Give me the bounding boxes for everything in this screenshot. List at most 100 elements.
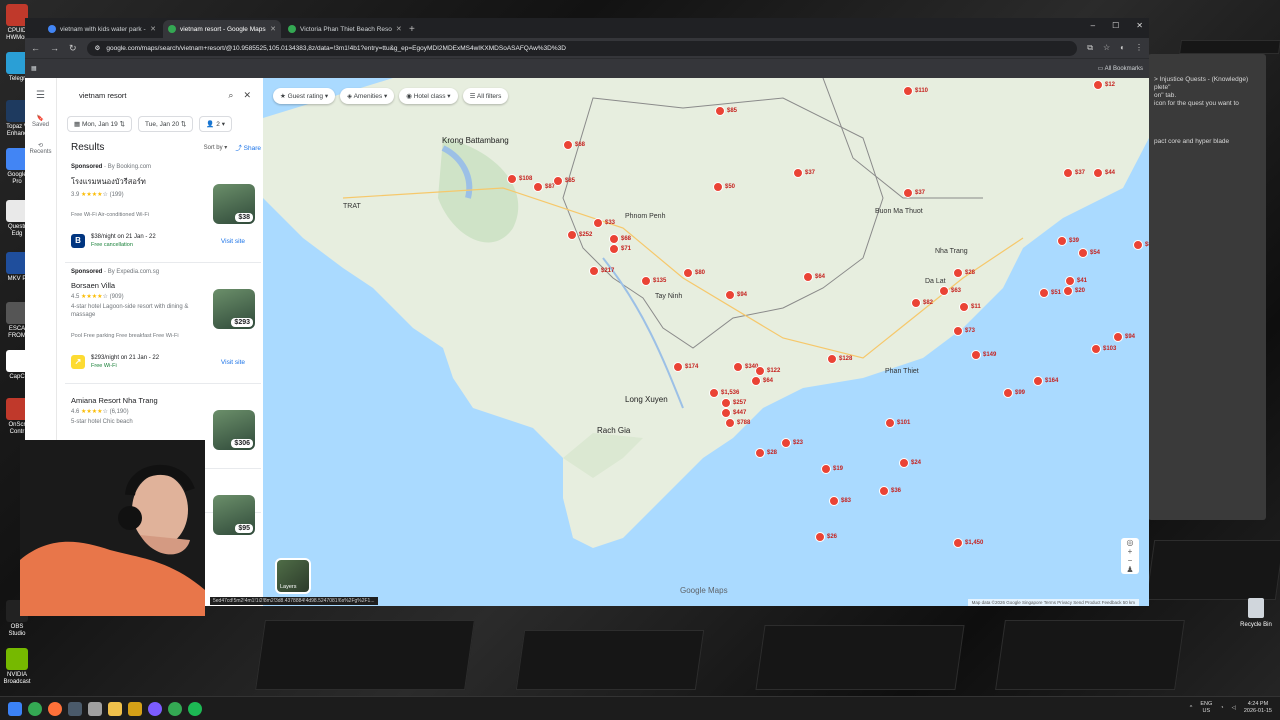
apps-grid-icon[interactable]: ▦ (31, 65, 37, 72)
sort-by-button[interactable]: Sort by ▾ (204, 144, 228, 151)
filter-all-filters[interactable]: ☰ All filters (462, 88, 509, 104)
map-price-pin[interactable]: $122 (755, 366, 780, 376)
map-price-pin[interactable]: $101 (885, 418, 910, 428)
close-icon[interactable]: ✕ (396, 25, 401, 33)
map-price-pin[interactable]: $1,536 (709, 388, 739, 398)
chrome-icon[interactable] (28, 701, 42, 716)
guests-selector[interactable]: 👤 2 ▾ (199, 116, 232, 132)
new-tab-button[interactable]: + (403, 24, 421, 38)
visit-site-button[interactable]: Visit site (221, 359, 245, 366)
clock[interactable]: 4:24 PM 2026-01-15 (1244, 701, 1272, 715)
recents-icon[interactable]: ⟲ (25, 142, 56, 149)
start-icon[interactable] (8, 701, 22, 716)
result-card[interactable]: Sponsored · By Booking.com โรงแรมหนองบัวร… (65, 158, 261, 263)
map-price-pin[interactable]: $54 (1078, 248, 1100, 258)
map-price-pin[interactable]: $28 (953, 268, 975, 278)
app-icon[interactable] (128, 701, 142, 716)
forward-icon[interactable]: → (50, 43, 59, 53)
reload-icon[interactable]: ↻ (69, 43, 77, 54)
map-price-pin[interactable]: $252 (567, 230, 592, 240)
close-icon[interactable]: ✕ (150, 25, 156, 33)
map-price-pin[interactable]: $1,450 (953, 538, 983, 548)
search-box[interactable]: vietnam resort ⌕ ✕ (65, 78, 261, 112)
map-price-pin[interactable]: $83 (829, 496, 851, 506)
hotel-name[interactable]: Amiana Resort Nha Trang (71, 396, 255, 405)
language-indicator[interactable]: ENG US (1200, 701, 1212, 715)
tab-kids-water-park[interactable]: vietnam with kids water park - ✕ (43, 20, 161, 38)
map-price-pin[interactable]: $37 (793, 168, 815, 178)
minimize-icon[interactable]: – (1091, 21, 1095, 30)
map-price-pin[interactable]: $23 (781, 438, 803, 448)
search-icon[interactable]: ⌕ (228, 90, 233, 101)
map-price-pin[interactable]: $82 (911, 298, 933, 308)
hotel-photo[interactable]: $293 (213, 289, 255, 329)
map-price-pin[interactable]: $50 (713, 182, 735, 192)
map-price-pin[interactable]: $68 (563, 140, 585, 150)
map-price-pin[interactable]: $71 (609, 244, 631, 254)
chrome-icon[interactable] (168, 701, 182, 716)
pegman-icon[interactable]: ♟ (1121, 565, 1139, 574)
map-price-pin[interactable]: $94 (1113, 332, 1135, 342)
map-price-pin[interactable]: $24 (899, 458, 921, 468)
map-price-pin[interactable]: $41 (1065, 276, 1087, 286)
map-price-pin[interactable]: $37 (903, 188, 925, 198)
bookmark-star-icon[interactable]: ☆ (1103, 43, 1110, 53)
map-price-pin[interactable]: $51 (1039, 288, 1061, 298)
map-price-pin[interactable]: $85 (1133, 240, 1149, 250)
map-price-pin[interactable]: $28 (755, 448, 777, 458)
zoom-out-button[interactable]: − (1121, 556, 1139, 565)
map-price-pin[interactable]: $11 (959, 302, 981, 312)
map-price-pin[interactable]: $103 (1091, 344, 1116, 354)
back-icon[interactable]: ← (31, 43, 40, 53)
map-price-pin[interactable]: $85 (715, 106, 737, 116)
map-price-pin[interactable]: $39 (1057, 236, 1079, 246)
map-price-pin[interactable]: $174 (673, 362, 698, 372)
maximize-icon[interactable]: ☐ (1112, 21, 1119, 30)
map-price-pin[interactable]: $128 (827, 354, 852, 364)
map-price-pin[interactable]: $12 (1093, 80, 1115, 90)
tab-victoria-phan-thiet[interactable]: Victoria Phan Thiet Beach Reso ✕ (283, 20, 401, 38)
map-price-pin[interactable]: $99 (1003, 388, 1025, 398)
hotel-photo[interactable]: $306 (213, 410, 255, 450)
wifi-icon[interactable]: ◔ (1220, 705, 1223, 712)
map-price-pin[interactable]: $94 (725, 290, 747, 300)
map-price-pin[interactable]: $87 (533, 182, 555, 192)
spotify-icon[interactable] (188, 701, 202, 716)
zoom-in-button[interactable]: + (1121, 547, 1139, 556)
map-price-pin[interactable]: $164 (1033, 376, 1058, 386)
share-button[interactable]: ⤴ Share (235, 142, 261, 152)
hotel-photo[interactable]: $38 (213, 184, 255, 224)
volume-icon[interactable]: ◁ (1232, 705, 1236, 712)
filter-guest-rating[interactable]: ★ Guest rating ▾ (273, 88, 336, 104)
all-bookmarks[interactable]: ▭ All Bookmarks (1098, 65, 1143, 72)
map-price-pin[interactable]: $68 (609, 234, 631, 244)
map-price-pin[interactable]: $36 (879, 486, 901, 496)
map-price-pin[interactable]: $64 (751, 376, 773, 386)
map-price-pin[interactable]: $73 (953, 326, 975, 336)
hotel-photo[interactable]: $95 (213, 495, 255, 535)
app-icon[interactable] (68, 701, 82, 716)
folder-icon[interactable] (108, 701, 122, 716)
map-price-pin[interactable]: $33 (593, 218, 615, 228)
map-price-pin[interactable]: $80 (683, 268, 705, 278)
firefox-icon[interactable] (48, 701, 62, 716)
map-price-pin[interactable]: $44 (1093, 168, 1115, 178)
map-price-pin[interactable]: $447 (721, 408, 746, 418)
map-price-pin[interactable]: $26 (815, 532, 837, 542)
checkout-date[interactable]: Tue, Jan 20 ⇅ (138, 116, 194, 132)
map-price-pin[interactable]: $64 (803, 272, 825, 282)
desktop-shortcut[interactable]: NVIDIA Broadcast (2, 648, 32, 686)
filter-hotel-class[interactable]: ◉ Hotel class ▾ (399, 88, 458, 104)
search-input[interactable]: vietnam resort (79, 91, 127, 100)
tray-icon[interactable]: ^ (1190, 705, 1193, 712)
map-canvas[interactable] (263, 78, 1149, 606)
steam-icon[interactable] (88, 701, 102, 716)
map-price-pin[interactable]: $110 (903, 86, 928, 96)
map-price-pin[interactable]: $85 (553, 176, 575, 186)
tab-google-maps[interactable]: vietnam resort - Google Maps ✕ (163, 20, 281, 38)
clear-search-icon[interactable]: ✕ (243, 90, 251, 101)
menu-icon[interactable]: ☰ (25, 90, 56, 101)
map-price-pin[interactable]: $63 (939, 286, 961, 296)
filter-amenities[interactable]: ◈ Amenities ▾ (340, 88, 395, 104)
map-price-pin[interactable]: $20 (1063, 286, 1085, 296)
